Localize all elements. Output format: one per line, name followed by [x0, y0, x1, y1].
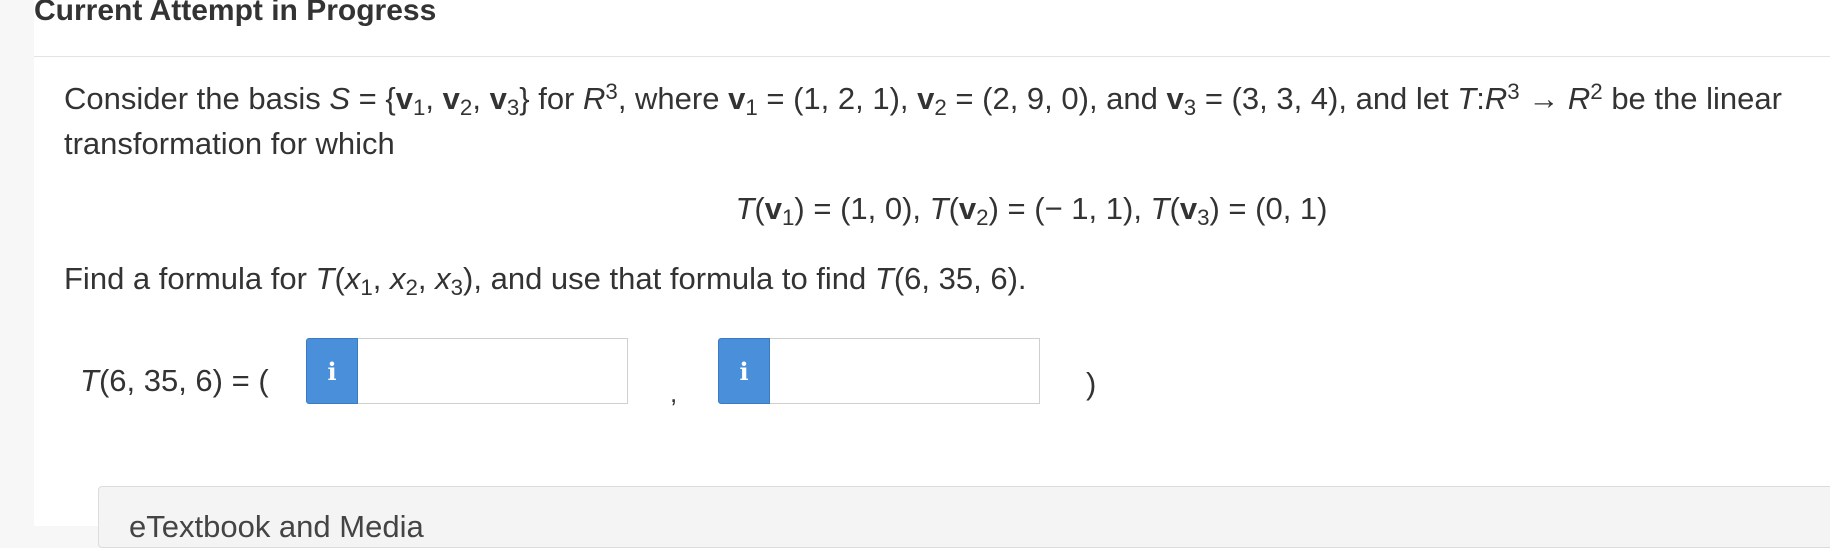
answer-prompt: T(6, 35, 6) = (: [80, 363, 269, 398]
info-icon[interactable]: i: [718, 338, 770, 404]
find-instruction: Find a formula for T(x1, x2, x3), and us…: [64, 261, 1027, 301]
problem-statement: Consider the basis S = {v1, v2, v3} for …: [64, 76, 1804, 299]
answer-close-paren: ): [1086, 366, 1097, 401]
attempt-status-title: Current Attempt in Progress: [34, 0, 437, 27]
info-icon[interactable]: i: [306, 338, 358, 404]
answer-input-first[interactable]: [358, 338, 628, 404]
transformation-equation: T(v1) = (1, 0), T(v2) = (− 1, 1), T(v3) …: [735, 191, 1328, 231]
question-card: Current Attempt in Progress Consider the…: [34, 0, 1830, 548]
etextbook-media-panel[interactable]: eTextbook and Media: [98, 486, 1830, 548]
answer-input-second[interactable]: [770, 338, 1040, 404]
answer-comma: ,: [670, 378, 678, 408]
title-divider: [34, 56, 1830, 57]
etextbook-media-label[interactable]: eTextbook and Media: [129, 509, 424, 545]
problem-intro: Consider the basis S = {v1, v2, v3} for …: [64, 78, 1782, 161]
